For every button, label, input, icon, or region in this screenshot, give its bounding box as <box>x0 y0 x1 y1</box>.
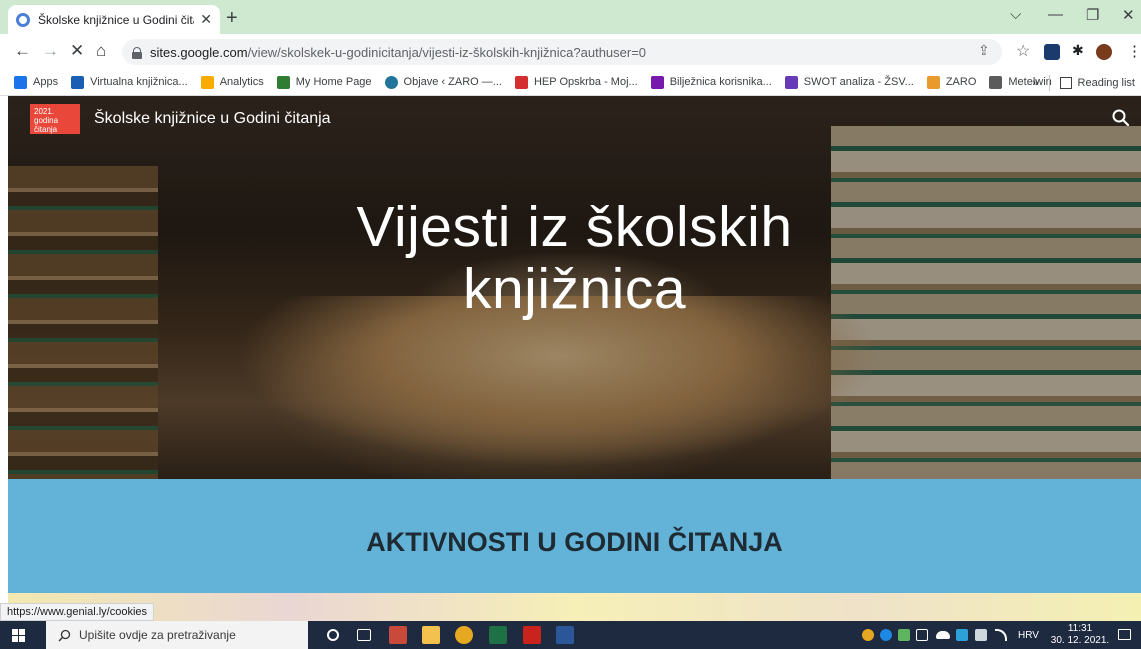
page-title: Vijesti iz školskih knjižnica <box>8 196 1141 320</box>
taskbar-search-box[interactable]: Upišite ovdje za pretraživanje <box>46 621 308 649</box>
tray-sync-icon[interactable] <box>880 629 892 641</box>
bookmark-virtualna-knjiznica[interactable]: Virtualna knjižnica... <box>71 75 188 89</box>
bookmark-apps[interactable]: Apps <box>14 75 59 89</box>
bookmark-objave-zaro[interactable]: Objave ‹ ZARO —... <box>384 75 502 89</box>
page-title-line-1: Vijesti iz školskih <box>356 195 793 259</box>
clock-date: 30. 12. 2021. <box>1050 635 1110 646</box>
windows-taskbar: Upišite ovdje za pretraživanje HRV 11:31… <box>0 621 1141 649</box>
bookmarks-bar: Apps Virtualna knjižnica... Analytics My… <box>0 69 1141 96</box>
forward-button[interactable]: → <box>42 41 59 61</box>
lock-icon[interactable] <box>132 46 142 59</box>
google-sites-favicon-icon <box>16 12 30 27</box>
bookmarks-right: » Reading list <box>1032 69 1135 96</box>
site-title[interactable]: Školske knjižnice u Godini čitanja <box>94 110 331 128</box>
zaro-icon <box>926 75 940 89</box>
star-icon[interactable]: ☆ <box>1016 41 1030 61</box>
back-button[interactable]: ← <box>14 41 31 61</box>
address-url[interactable]: sites.google.com/view/skolskek-u-godinic… <box>150 45 646 60</box>
popcorn-app-icon[interactable] <box>389 626 407 644</box>
bookmark-label: Virtualna knjižnica... <box>90 76 188 88</box>
wifi-icon[interactable] <box>995 629 1007 641</box>
bookmark-zaro[interactable]: ZARO <box>926 75 977 89</box>
taskbar-search-placeholder: Upišite ovdje za pretraživanje <box>79 628 236 642</box>
bookmark-label: SWOT analiza - ŽSV... <box>803 76 914 88</box>
library-icon <box>71 75 85 89</box>
word-icon[interactable] <box>556 626 574 644</box>
share-icon[interactable]: ⇪ <box>978 42 990 59</box>
embedded-content-strip <box>8 593 1141 621</box>
new-tab-button[interactable]: + <box>226 8 238 28</box>
puzzle-extensions-icon[interactable]: ✱ <box>1072 42 1084 59</box>
site-header: 2021. godina čitanja Školske knjižnice u… <box>8 96 1141 144</box>
menu-dots-icon[interactable]: ⋮ <box>1127 42 1141 60</box>
home-button[interactable]: ⌂ <box>96 41 106 61</box>
reading-list-button[interactable]: Reading list <box>1078 77 1135 89</box>
analytics-icon <box>200 75 214 89</box>
input-language[interactable]: HRV <box>1018 621 1039 649</box>
tab-close-icon[interactable]: ✕ <box>200 11 212 28</box>
address-bar[interactable]: sites.google.com/view/skolskek-u-godinic… <box>122 39 1002 65</box>
page-title-line-2: knjižnica <box>462 257 687 321</box>
onedrive-icon[interactable] <box>936 631 950 639</box>
bookmark-label: My Home Page <box>295 76 372 88</box>
url-host: sites.google.com <box>150 44 248 60</box>
status-bar-url: https://www.genial.ly/cookies <box>0 603 155 621</box>
tab-strip: Školske knjižnice u Godini čitanja ✕ + ⌵… <box>0 0 1141 34</box>
section-title: AKTIVNOSTI U GODINI ČITANJA <box>366 527 783 557</box>
close-window-button[interactable]: ✕ <box>1122 6 1135 24</box>
excel-icon[interactable] <box>489 626 507 644</box>
stop-button[interactable]: ✕ <box>70 41 84 61</box>
site-logo[interactable]: 2021. godina čitanja <box>30 104 80 134</box>
url-path: /view/skolskek-u-godinicitanja/vijesti-i… <box>247 44 647 60</box>
divider <box>1048 74 1050 91</box>
clock-time: 11:31 <box>1067 623 1093 634</box>
task-view-icon[interactable] <box>357 629 371 641</box>
bookmark-label: Apps <box>33 76 59 88</box>
bookmark-biljeznica-korisnika[interactable]: Bilježnica korisnika... <box>650 75 772 89</box>
tab-title: Školske knjižnice u Godini čitanja <box>38 12 194 27</box>
bookmark-my-home-page[interactable]: My Home Page <box>276 75 372 89</box>
metelwin-icon <box>989 75 1003 89</box>
bookmark-swot-analiza[interactable]: SWOT analiza - ŽSV... <box>784 75 914 89</box>
bookmark-analytics[interactable]: Analytics <box>200 75 264 89</box>
bookmark-label: ZARO <box>945 76 977 88</box>
tray-security-icon[interactable] <box>956 629 968 641</box>
minimize-button[interactable]: — <box>1048 6 1063 23</box>
notifications-icon[interactable] <box>1118 629 1131 640</box>
search-icon[interactable] <box>1111 108 1131 128</box>
volume-icon[interactable] <box>916 629 928 641</box>
bookmark-label: HEP Opskrba - Moj... <box>533 76 638 88</box>
forms-icon <box>784 75 798 89</box>
tray-app-icon[interactable] <box>862 629 874 641</box>
profile-avatar-icon[interactable] <box>1096 44 1112 60</box>
homepage-icon <box>276 75 290 89</box>
tray-network-app-icon[interactable] <box>898 629 910 641</box>
navigation-bar: ← → ✕ ⌂ sites.google.com/view/skolskek-u… <box>0 34 1141 69</box>
browser-tab-active[interactable]: Školske knjižnice u Godini čitanja ✕ <box>8 5 220 34</box>
cortana-icon[interactable] <box>327 629 339 641</box>
hep-icon <box>514 75 528 89</box>
bookmark-label: Objave ‹ ZARO —... <box>403 76 502 88</box>
bookmark-label: Analytics <box>219 76 264 88</box>
restore-button[interactable]: ❐ <box>1086 6 1099 24</box>
bookmarks-overflow-button[interactable]: » <box>1032 77 1038 89</box>
reading-list-icon <box>1059 76 1072 89</box>
tray-keyboard-icon[interactable] <box>975 629 987 641</box>
chrome-icon[interactable] <box>455 626 473 644</box>
wordpress-icon <box>384 75 398 89</box>
extension-icon[interactable] <box>1044 44 1060 60</box>
acrobat-icon[interactable] <box>523 626 541 644</box>
apps-grid-icon <box>14 75 27 89</box>
section-band: AKTIVNOSTI U GODINI ČITANJA <box>8 479 1141 593</box>
bookmark-label: Bilježnica korisnika... <box>669 76 772 88</box>
bookmark-hep-opskrba[interactable]: HEP Opskrba - Moj... <box>514 75 638 89</box>
file-explorer-icon[interactable] <box>422 626 440 644</box>
tab-search-dropdown-icon[interactable]: ⌵ <box>1010 6 1021 23</box>
onenote-icon <box>650 75 664 89</box>
windows-start-icon[interactable] <box>12 629 25 642</box>
search-icon <box>58 629 71 641</box>
taskbar-clock[interactable]: 11:31 30. 12. 2021. <box>1050 623 1110 647</box>
